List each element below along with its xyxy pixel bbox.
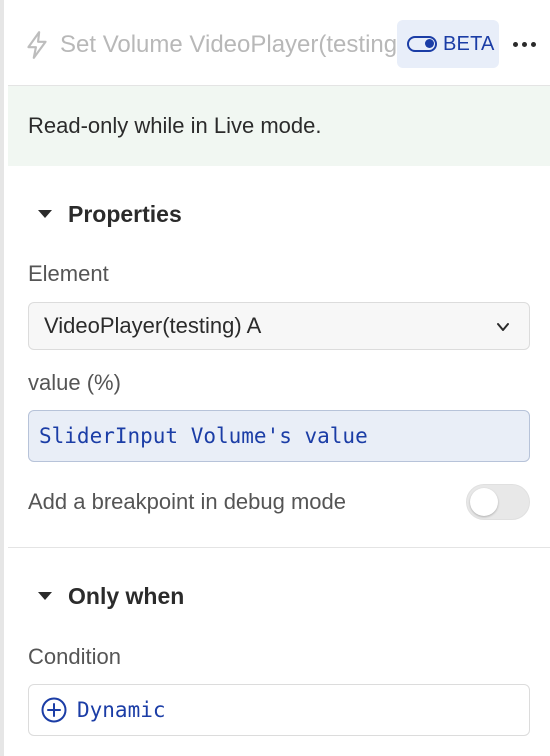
bolt-icon [27,31,47,59]
condition-label: Condition [28,644,121,669]
caret-down-icon [38,210,52,218]
properties-section-toggle[interactable]: Properties [8,196,550,232]
dynamic-label: Dynamic [77,698,166,722]
panel-header: Set Volume VideoPlayer(testing) A BETA [8,0,550,86]
action-title: Set Volume VideoPlayer(testing) A [60,31,400,58]
value-expression-field[interactable]: SliderInput Volume's value [28,410,530,462]
more-icon[interactable] [508,28,540,60]
beta-toggle-button[interactable]: BETA [397,20,499,68]
live-mode-notice: Read-only while in Live mode. [8,86,550,166]
properties-title: Properties [68,200,182,227]
element-select-value: VideoPlayer(testing) A [44,313,262,338]
condition-dynamic-field[interactable]: Dynamic [28,684,530,736]
breakpoint-toggle[interactable] [466,484,530,520]
breakpoint-label: Add a breakpoint in debug mode [28,489,347,514]
chevron-down-icon [497,323,509,331]
beta-label: BETA [443,32,495,55]
workflow-action-panel: Set Volume VideoPlayer(testing) A BETA R… [0,0,550,756]
section-divider [8,547,550,548]
toggle-icon [407,36,437,52]
only-when-section-toggle[interactable]: Only when [8,578,550,614]
element-label: Element [28,261,109,286]
element-select[interactable]: VideoPlayer(testing) A [28,302,530,350]
caret-down-icon [38,592,52,600]
value-label: value (%) [28,370,121,395]
plus-circle-icon [41,697,67,723]
only-when-title: Only when [68,582,185,609]
